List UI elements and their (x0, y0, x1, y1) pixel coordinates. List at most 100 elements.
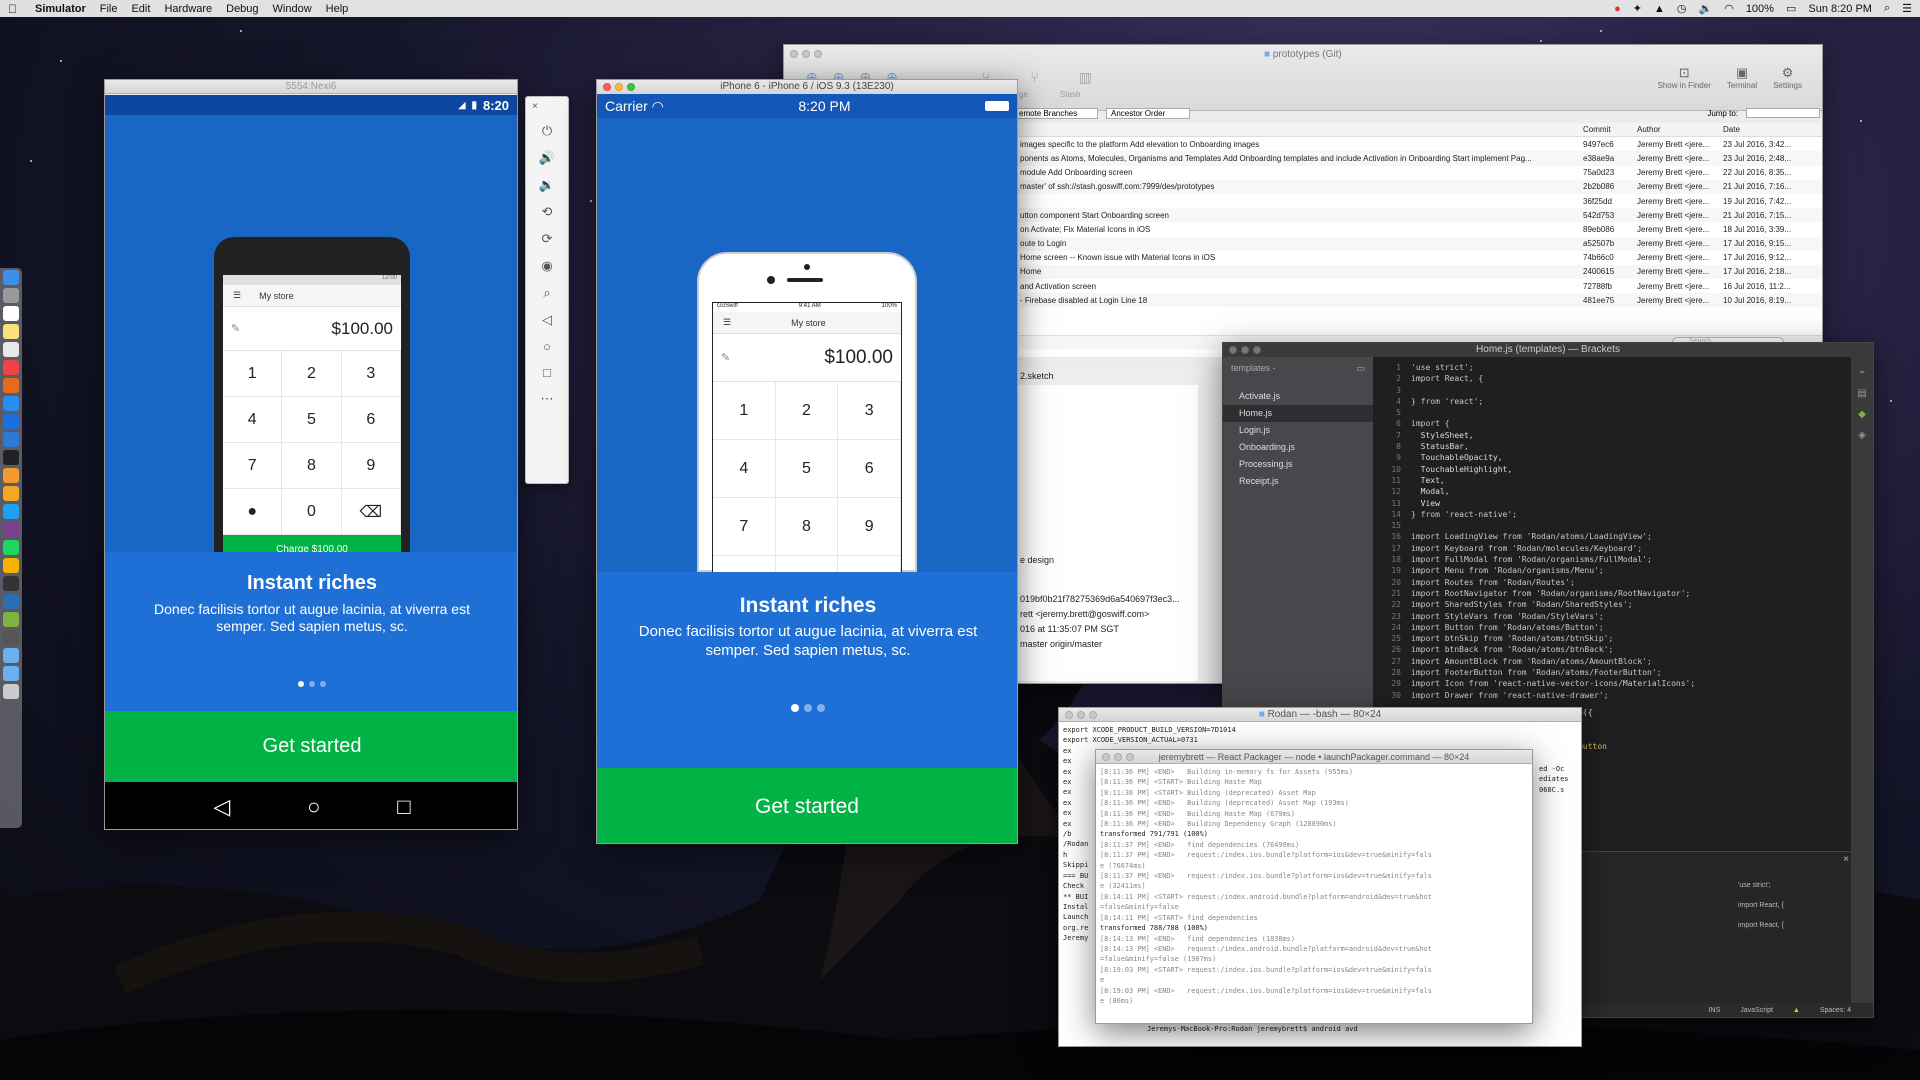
get-started-button[interactable]: Get started (597, 768, 1017, 843)
volume-icon[interactable]: 🔉 (1699, 2, 1713, 15)
split-icon[interactable]: ▭ (1356, 363, 1365, 374)
back-icon[interactable]: ◁ (542, 312, 552, 328)
table-row[interactable]: utton component Start Onboarding screen 5… (1018, 208, 1822, 223)
camera-icon[interactable]: ◉ (541, 258, 552, 274)
table-row[interactable]: ponents as Atoms, Molecules, Organisms a… (1018, 151, 1822, 166)
extension-manager-icon[interactable]: ▤ (1857, 388, 1866, 399)
language-select[interactable]: JavaScript (1740, 1007, 1773, 1014)
battery-icon[interactable]: ▭ (1786, 2, 1796, 15)
jump-to-select[interactable] (1746, 108, 1820, 118)
table-row[interactable]: Home 2400615 Jeremy Brett <jere... 17 Jul 2… (1018, 264, 1822, 280)
safari-icon[interactable] (3, 396, 19, 411)
stash-icon[interactable]: ▥ (1079, 69, 1092, 86)
folder-icon[interactable] (3, 648, 19, 663)
notes-icon[interactable] (3, 324, 19, 339)
table-row[interactable]: oute to Login a52507b Jeremy Brett <jere..… (1018, 236, 1822, 251)
record-icon[interactable]: ● (1614, 3, 1621, 15)
terminal-packager-content[interactable]: [8:11:36 PM] <END> Building in-memory fs… (1096, 764, 1532, 1023)
chrome-icon[interactable] (3, 360, 19, 375)
menu-edit[interactable]: Edit (131, 3, 150, 15)
skype-icon[interactable] (3, 504, 19, 519)
order-select[interactable]: Ancestor Order (1106, 107, 1190, 119)
live-preview-icon[interactable]: ⌁ (1859, 367, 1865, 378)
table-row[interactable]: on Activate; Fix Material Icons in iOS 89… (1018, 222, 1822, 237)
launchpad-icon[interactable] (3, 288, 19, 303)
upload-icon[interactable]: ▲ (1654, 3, 1665, 15)
rotate-right-icon[interactable]: ⟳ (542, 231, 553, 247)
timemachine-icon[interactable]: ◷ (1677, 2, 1687, 15)
page-indicator[interactable] (105, 681, 517, 687)
table-row[interactable]: images specific to the platform Add elev… (1018, 137, 1822, 152)
xcode-icon[interactable] (3, 432, 19, 447)
file-item[interactable]: Activate.js (1223, 388, 1373, 405)
vlc-icon[interactable] (3, 486, 19, 501)
recents-icon[interactable]: □ (397, 794, 410, 820)
table-row[interactable]: - Firebase disabled at Login Line 18 481e… (1018, 293, 1822, 308)
appstore-icon[interactable] (3, 414, 19, 429)
trash-icon[interactable] (3, 684, 19, 699)
volume-down-icon[interactable]: 🔉 (539, 177, 555, 193)
home-icon[interactable]: ○ (307, 794, 320, 820)
spotify-icon[interactable] (3, 540, 19, 555)
file-item[interactable]: Onboarding.js (1223, 439, 1373, 456)
settings-button[interactable]: ⚙ Settings (1773, 65, 1802, 90)
overview-icon[interactable]: □ (543, 365, 551, 380)
plugin-icon[interactable]: ◆ (1858, 409, 1866, 420)
warning-icon[interactable]: ▲ (1793, 1007, 1800, 1014)
wifi-icon[interactable]: ◠ (1724, 2, 1734, 15)
table-row[interactable]: master' of ssh://stash.goswiff.com:7999/… (1018, 179, 1822, 194)
rotate-left-icon[interactable]: ⟲ (542, 204, 553, 220)
zoom-button[interactable] (627, 83, 635, 91)
photos-icon[interactable] (3, 342, 19, 357)
simulator-icon[interactable] (3, 630, 19, 645)
android-studio-icon[interactable] (3, 612, 19, 627)
merge-icon[interactable]: ⑂ (1030, 69, 1038, 86)
table-row[interactable]: 36f25dd Jeremy Brett <jere... 19 Jul 2016,… (1018, 193, 1822, 209)
table-row[interactable]: and Activation screen 72788fb Jeremy Brett… (1018, 279, 1822, 294)
file-item[interactable]: Processing.js (1223, 456, 1373, 473)
finder-icon[interactable] (3, 270, 19, 285)
menu-help[interactable]: Help (326, 3, 349, 15)
file-item[interactable]: Home.js (1223, 405, 1373, 422)
file-item[interactable]: Login.js (1223, 422, 1373, 439)
ins-indicator[interactable]: INS (1709, 1007, 1721, 1014)
brackets-icon[interactable] (3, 594, 19, 609)
downloads-icon[interactable] (3, 666, 19, 681)
indent-setting[interactable]: Spaces: 4 (1820, 1007, 1851, 1014)
firefox-icon[interactable] (3, 378, 19, 393)
page-indicator[interactable] (597, 704, 1017, 712)
search-icon[interactable]: ⌕ (1884, 2, 1890, 15)
terminal-prompt[interactable]: Jeremys-MacBook-Pro:Rodan jeremybrett$ a… (1143, 1022, 1581, 1046)
power-icon[interactable]: ⏻ (542, 123, 552, 139)
file-item[interactable]: Receipt.js (1223, 473, 1373, 490)
dropbox-icon[interactable]: ✦ (1633, 2, 1642, 15)
menu-file[interactable]: File (100, 3, 118, 15)
home-icon[interactable]: ○ (543, 339, 551, 354)
menu-hardware[interactable]: Hardware (164, 3, 212, 15)
calendar-icon[interactable] (3, 306, 19, 321)
zoom-icon[interactable]: ⌕ (543, 285, 550, 301)
branches-select[interactable]: emote Branches (1014, 107, 1098, 119)
project-folder[interactable]: templates - (1231, 363, 1276, 374)
terminal-button[interactable]: ▣ Terminal (1727, 65, 1757, 90)
layers-icon[interactable]: ◈ (1858, 430, 1866, 441)
slack-icon[interactable] (3, 522, 19, 537)
back-icon[interactable]: ◁ (213, 794, 230, 820)
file-item[interactable]: 2.sketch (1018, 367, 1198, 385)
show-in-finder-button[interactable]: ⊡ Show in Finder (1658, 65, 1711, 90)
github-icon[interactable] (3, 576, 19, 591)
apple-icon[interactable]:  (8, 2, 17, 16)
battery-percent[interactable]: 100% (1746, 3, 1774, 15)
more-icon[interactable]: ⋯ (541, 391, 554, 407)
menu-window[interactable]: Window (273, 3, 312, 15)
menu-debug[interactable]: Debug (226, 3, 258, 15)
clock[interactable]: Sun 8:20 PM (1808, 3, 1872, 15)
terminal-icon[interactable] (3, 450, 19, 465)
minimize-button[interactable] (615, 83, 623, 91)
close-panel-icon[interactable]: × (1843, 854, 1849, 865)
get-started-button[interactable]: Get started (105, 711, 517, 782)
table-row[interactable]: module Add Onboarding screen 75a0d23 Jerem… (1018, 165, 1822, 180)
close-icon[interactable]: × (532, 101, 538, 112)
volume-up-icon[interactable]: 🔊 (539, 150, 555, 166)
menu-app-name[interactable]: Simulator (35, 3, 86, 15)
